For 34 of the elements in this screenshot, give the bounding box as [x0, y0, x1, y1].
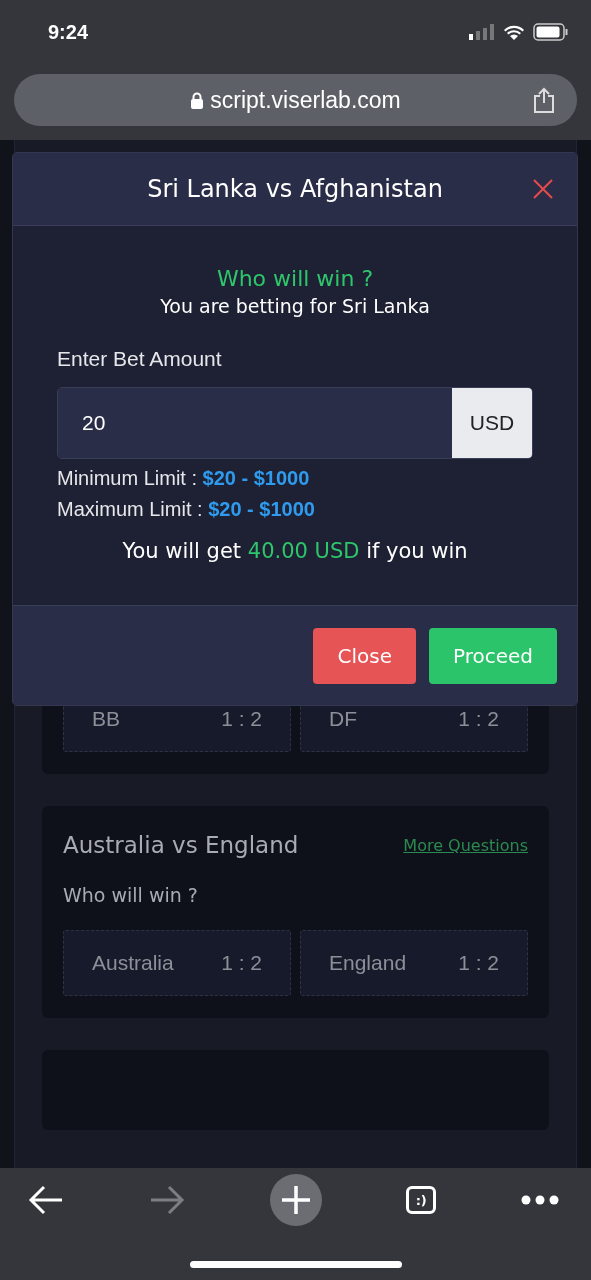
- close-icon[interactable]: [533, 179, 553, 199]
- more-questions-link[interactable]: More Questions: [403, 835, 528, 855]
- address-bar[interactable]: script.viserlab.com: [14, 74, 577, 126]
- limit-text: Maximum Limit : $20 - $1000: [57, 498, 316, 521]
- share-icon[interactable]: [533, 87, 555, 113]
- odds-option[interactable]: England 1 : 2: [300, 930, 528, 996]
- signal-icon: [469, 24, 495, 40]
- option-name: BB: [92, 707, 120, 731]
- payout-text: You will get 40.00 USD if you win: [122, 539, 468, 563]
- close-button[interactable]: Close: [313, 627, 416, 684]
- match-question: Who will win ?: [63, 884, 199, 906]
- new-tab-icon[interactable]: [269, 1174, 322, 1226]
- option-name: England: [329, 951, 407, 975]
- question-text: Who will win ?: [216, 266, 374, 291]
- option-odds: 1 : 2: [458, 707, 499, 731]
- battery-icon: [533, 23, 569, 41]
- clock-time: 9:24: [48, 20, 89, 44]
- match-title: Australia vs England: [63, 832, 299, 858]
- limit-text: Minimum Limit : $20 - $1000: [57, 467, 311, 490]
- option-name: Australia: [92, 951, 174, 975]
- option-name: DF: [329, 707, 357, 731]
- option-odds: 1 : 2: [458, 951, 499, 975]
- odds-option[interactable]: Australia 1 : 2: [63, 930, 291, 996]
- wifi-icon: [503, 24, 525, 40]
- amount-label: Enter Bet Amount: [57, 347, 223, 371]
- dialog-title: Sri Lanka vs Afghanistan: [147, 175, 443, 203]
- betting-for-text: You are betting for Sri Lanka: [160, 295, 430, 317]
- back-icon[interactable]: [28, 1185, 64, 1215]
- lock-icon: [190, 91, 205, 109]
- more-icon[interactable]: [521, 1195, 559, 1205]
- tabs-button[interactable]: :): [406, 1186, 437, 1214]
- option-odds: 1 : 2: [221, 951, 262, 975]
- option-odds: 1 : 2: [221, 707, 262, 731]
- url-text: script.viserlab.com: [210, 86, 401, 114]
